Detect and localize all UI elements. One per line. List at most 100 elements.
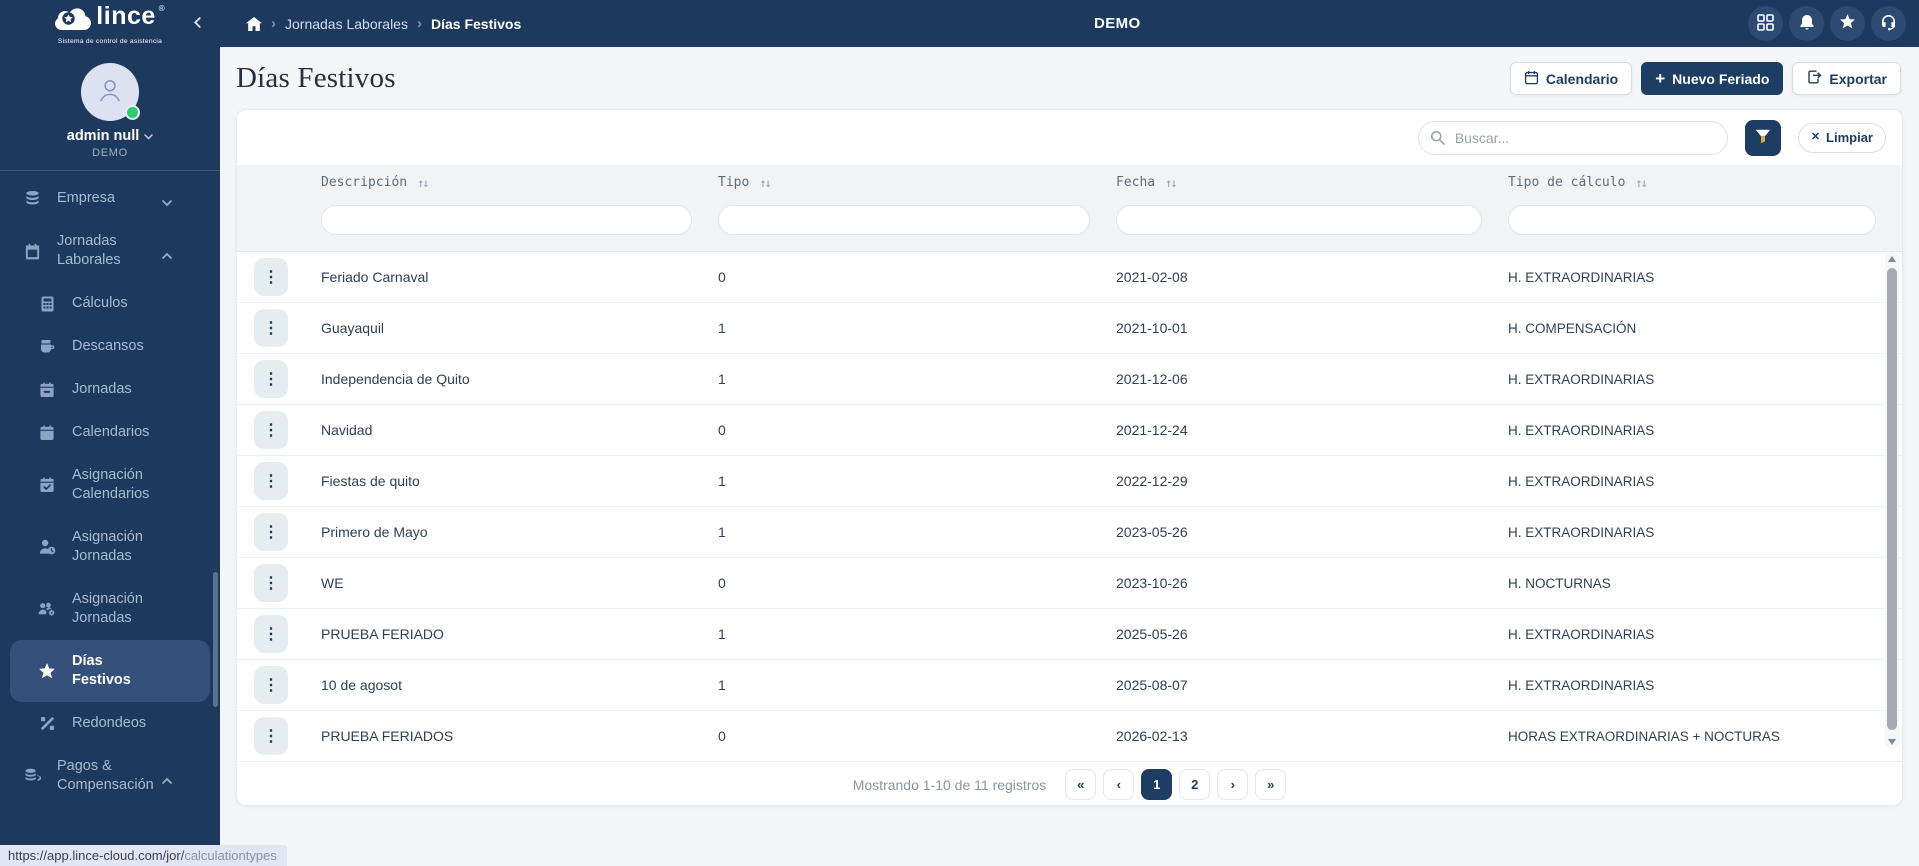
- sidebar-item-calculos[interactable]: Cálculos: [10, 282, 210, 325]
- notifications-button[interactable]: [1789, 6, 1824, 41]
- row-actions-button[interactable]: ⋮: [254, 513, 288, 551]
- column-header-descripcion[interactable]: Descripción ↑↓: [321, 175, 718, 190]
- sidebar-item-asignacion-jornadas[interactable]: Asignación Jornadas: [10, 516, 210, 578]
- logo-wordmark: lince: [96, 2, 156, 30]
- cell-tipo: 1: [718, 524, 726, 540]
- filter-input-descripcion[interactable]: [321, 205, 692, 235]
- pagination-page-1-button[interactable]: 1: [1141, 769, 1173, 800]
- sidebar-item-dias-festivos[interactable]: Días Festivos: [10, 640, 210, 702]
- environment-label: DEMO: [1094, 15, 1141, 32]
- sidebar: admin null DEMO Empresa Jornadas Laboral…: [0, 47, 220, 866]
- kebab-menu-icon: ⋮: [263, 422, 279, 439]
- kebab-menu-icon: ⋮: [263, 269, 279, 286]
- topbar: lince ® Sistema de control de asistencia…: [0, 0, 1919, 47]
- pagination-next-button[interactable]: ›: [1217, 769, 1249, 800]
- chevron-down-icon: [162, 194, 172, 212]
- sidebar-item-redondeos[interactable]: Redondeos: [10, 702, 210, 745]
- calendar-day-icon: [38, 381, 56, 398]
- support-button[interactable]: [1871, 6, 1906, 41]
- table-row: ⋮ Navidad 0 2021-12-24 H. EXTRAORDINARIA…: [237, 405, 1902, 456]
- chevron-up-icon: [162, 246, 172, 264]
- exportar-button[interactable]: Exportar: [1792, 62, 1901, 95]
- filter-button[interactable]: [1744, 119, 1781, 156]
- home-icon[interactable]: [246, 16, 262, 31]
- table-row: ⋮ WE 0 2023-10-26 H. NOCTURNAS: [237, 558, 1902, 609]
- cell-tipo: 0: [718, 728, 726, 744]
- sidebar-collapse-button[interactable]: [188, 14, 206, 32]
- apps-grid-button[interactable]: [1748, 6, 1783, 41]
- cell-tipo-calculo: H. EXTRAORDINARIAS: [1508, 473, 1655, 489]
- sidebar-item-asignacion-calendarios[interactable]: Asignación Calendarios: [10, 454, 210, 516]
- row-actions-button[interactable]: ⋮: [254, 411, 288, 449]
- column-header-fecha[interactable]: Fecha ↑↓: [1116, 175, 1508, 190]
- row-actions-button[interactable]: ⋮: [254, 462, 288, 500]
- scrollbar-thumb[interactable]: [1887, 268, 1897, 730]
- pagination-first-button[interactable]: «: [1065, 769, 1097, 800]
- kebab-menu-icon: ⋮: [263, 728, 279, 745]
- filter-input-fecha[interactable]: [1116, 205, 1482, 235]
- nuevo-feriado-button[interactable]: + Nuevo Feriado: [1641, 62, 1784, 95]
- row-actions-button[interactable]: ⋮: [254, 717, 288, 755]
- row-actions-button[interactable]: ⋮: [254, 666, 288, 704]
- cell-tipo-calculo: HORAS EXTRAORDINARIAS + NOCTURAS: [1508, 728, 1780, 744]
- filter-input-tipo-de-calculo[interactable]: [1508, 205, 1876, 235]
- filter-input-tipo[interactable]: [718, 205, 1090, 235]
- cell-descripcion: WE: [321, 575, 344, 591]
- search-input[interactable]: [1417, 120, 1728, 155]
- kebab-menu-icon: ⋮: [263, 473, 279, 490]
- kebab-menu-icon: ⋮: [263, 677, 279, 694]
- sort-arrows-icon[interactable]: ↑↓: [1635, 176, 1648, 190]
- sort-arrows-icon[interactable]: ↑↓: [417, 176, 430, 190]
- pagination-last-button[interactable]: »: [1255, 769, 1287, 800]
- row-actions-button[interactable]: ⋮: [254, 360, 288, 398]
- chevron-left-icon: ‹: [1116, 777, 1121, 792]
- kebab-menu-icon: ⋮: [263, 371, 279, 388]
- table-scrollbar[interactable]: [1885, 252, 1899, 749]
- star-icon: [38, 662, 56, 680]
- sidebar-item-pagos-compensacion[interactable]: Pagos & Compensación: [10, 745, 210, 807]
- column-header-tipo[interactable]: Tipo ↑↓: [718, 175, 1116, 190]
- sidebar-item-jornadas-laborales[interactable]: Jornadas Laborales: [10, 220, 210, 282]
- user-name[interactable]: admin null: [0, 128, 220, 144]
- row-actions-button[interactable]: ⋮: [254, 564, 288, 602]
- table-row: ⋮ PRUEBA FERIADO 1 2025-05-26 H. EXTRAOR…: [237, 609, 1902, 660]
- user-avatar[interactable]: [81, 63, 140, 121]
- sort-arrows-icon[interactable]: ↑↓: [759, 176, 772, 190]
- cell-tipo-calculo: H. EXTRAORDINARIAS: [1508, 269, 1655, 285]
- table-row: ⋮ Fiestas de quito 1 2022-12-29 H. EXTRA…: [237, 456, 1902, 507]
- breadcrumb-item-jornadas-laborales[interactable]: Jornadas Laborales: [285, 16, 408, 32]
- sidebar-item-asignacion-jornadas-2[interactable]: Asignación Jornadas: [10, 578, 210, 640]
- breadcrumb-separator-icon: ›: [416, 15, 422, 32]
- cell-descripcion: Independencia de Quito: [321, 371, 470, 387]
- cell-descripcion: PRUEBA FERIADOS: [321, 728, 454, 744]
- sidebar-item-calendarios[interactable]: Calendarios: [10, 411, 210, 454]
- lince-cloud-logo-icon: [55, 6, 93, 36]
- row-actions-button[interactable]: ⋮: [254, 258, 288, 296]
- pagination-prev-button[interactable]: ‹: [1103, 769, 1135, 800]
- pagination: Mostrando 1-10 de 11 registros « ‹ 1 2 ›…: [237, 762, 1902, 807]
- table-row: ⋮ Guayaquil 1 2021-10-01 H. COMPENSACIÓN: [237, 303, 1902, 354]
- scroll-up-arrow-icon[interactable]: [1888, 256, 1896, 262]
- double-chevron-left-icon: «: [1077, 777, 1085, 792]
- cell-tipo: 1: [718, 371, 726, 387]
- sidebar-item-descansos[interactable]: Descansos: [10, 325, 210, 368]
- cell-tipo-calculo: H. EXTRAORDINARIAS: [1508, 626, 1655, 642]
- online-status-dot: [125, 105, 140, 120]
- breadcrumb-separator-icon: ›: [271, 15, 276, 32]
- row-actions-button[interactable]: ⋮: [254, 309, 288, 347]
- sidebar-item-empresa[interactable]: Empresa: [10, 177, 210, 220]
- sidebar-scrollbar-thumb[interactable]: [213, 572, 218, 707]
- favorites-button[interactable]: [1830, 6, 1865, 41]
- pagination-page-2-button[interactable]: 2: [1179, 769, 1211, 800]
- calendario-button[interactable]: Calendario: [1509, 62, 1633, 95]
- scroll-down-arrow-icon[interactable]: [1888, 739, 1896, 745]
- column-header-tipo-de-calculo[interactable]: Tipo de cálculo ↑↓: [1508, 175, 1902, 190]
- sidebar-item-jornadas[interactable]: Jornadas: [10, 368, 210, 411]
- sort-arrows-icon[interactable]: ↑↓: [1165, 176, 1178, 190]
- limpiar-button[interactable]: ✕ Limpiar: [1797, 122, 1886, 153]
- chevron-right-icon: ›: [1230, 777, 1235, 792]
- app-logo[interactable]: lince ® Sistema de control de asistencia: [0, 2, 220, 45]
- kebab-menu-icon: ⋮: [263, 626, 279, 643]
- row-actions-button[interactable]: ⋮: [254, 615, 288, 653]
- calendar-check-icon: [38, 477, 56, 493]
